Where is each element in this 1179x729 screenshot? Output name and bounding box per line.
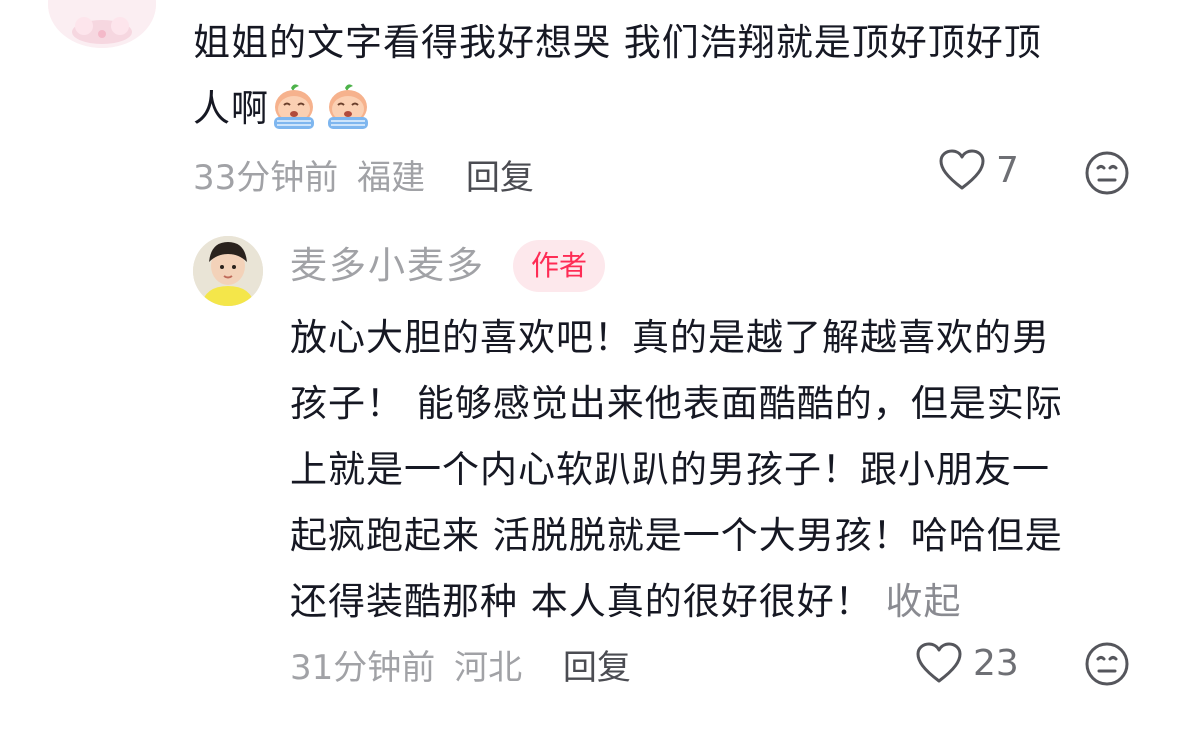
boy-avatar-icon <box>193 236 263 306</box>
reply-text-line: 还得装酷那种 本人真的很好很好！ 收起 <box>290 569 1150 635</box>
comment-text: 姐姐的文字看得我好想哭 我们浩翔就是顶好顶好顶 人啊 <box>193 10 1143 142</box>
collapse-button[interactable]: 收起 <box>886 580 962 623</box>
reply-button[interactable]: 回复 <box>563 648 631 688</box>
comment-location: 福建 <box>357 158 426 198</box>
commenter-avatar[interactable] <box>48 0 156 48</box>
reply-username[interactable]: 麦多小麦多 <box>290 238 485 294</box>
reply-button[interactable]: 回复 <box>466 158 534 198</box>
comment-text-line: 人啊 <box>193 76 1143 142</box>
reply-text-line: 起疯跑起来 活脱脱就是一个大男孩！哈哈但是 <box>290 514 1063 557</box>
reply-time: 31分钟前 <box>290 648 436 688</box>
comment-time: 33分钟前 <box>193 158 339 198</box>
heart-outline-icon <box>939 149 985 190</box>
sheep-avatar-icon <box>48 0 156 48</box>
crying-emoji-icon <box>328 84 368 129</box>
reply-text: 放心大胆的喜欢吧！真的是越了解越喜欢的男 孩子！ 能够感觉出来他表面酷酷的，但是… <box>290 305 1150 635</box>
reply-text-line: 孩子！ 能够感觉出来他表面酷酷的，但是实际 <box>290 382 1063 425</box>
reply-meta: 31分钟前 河北 回复 <box>290 640 631 689</box>
like-button[interactable]: 23 <box>915 641 1019 685</box>
reply-author-avatar[interactable] <box>193 236 263 306</box>
neutral-face-icon[interactable] <box>1084 641 1130 687</box>
like-count: 23 <box>973 642 1019 684</box>
reply-text-line: 放心大胆的喜欢吧！真的是越了解越喜欢的男 <box>290 316 1050 359</box>
neutral-face-icon[interactable] <box>1084 150 1130 196</box>
reply-text-line: 上就是一个内心软趴趴的男孩子！跟小朋友一 <box>290 448 1050 491</box>
comment-meta: 33分钟前 福建 回复 <box>193 150 534 199</box>
like-button[interactable]: 7 <box>938 148 1019 192</box>
crying-emoji-icon <box>274 84 314 129</box>
reply-text-tail: 还得装酷那种 本人真的很好很好！ <box>290 580 873 623</box>
comment-text-line: 姐姐的文字看得我好想哭 我们浩翔就是顶好顶好顶 <box>193 21 1042 64</box>
reply-location: 河北 <box>454 648 523 688</box>
like-count: 7 <box>996 149 1019 191</box>
author-badge: 作者 <box>513 240 606 292</box>
heart-outline-icon <box>916 642 962 683</box>
comment-text-tail: 人啊 <box>193 87 269 130</box>
